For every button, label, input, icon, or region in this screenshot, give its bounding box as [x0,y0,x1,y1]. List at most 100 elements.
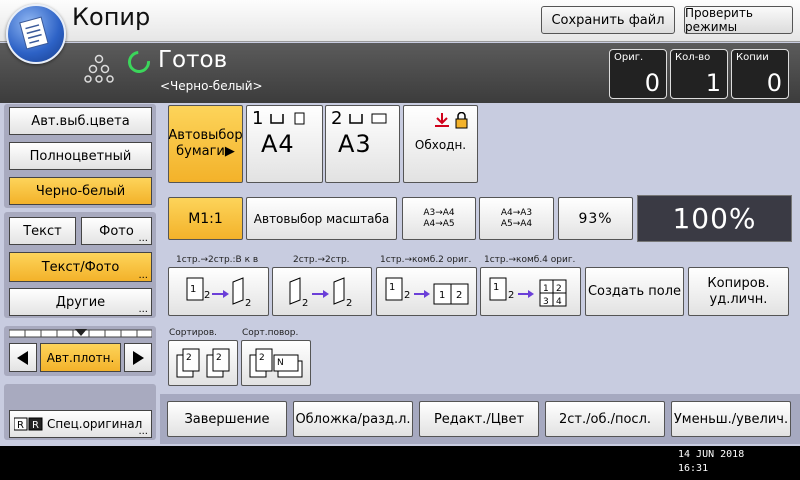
copies-counter: Копии 0 [731,49,789,99]
special-original-icon: R R [14,417,43,431]
sort-icon: 2 2 [176,348,230,378]
clock-time: 16:31 [678,463,709,474]
auto-paper-label-1: Автовыбор [168,128,243,143]
save-file-button[interactable]: Сохранить файл [541,6,675,34]
svg-text:2: 2 [186,353,192,363]
text-photo-label: Текст/Фото [41,259,120,275]
finishing-button[interactable]: Завершение [167,401,287,437]
title-bar: Копир Сохранить файл Проверить режимы [0,0,800,42]
duplex-label-2: 2стр.→2стр. [293,255,350,265]
auto-color-button[interactable]: Авт.выб.цвета [9,107,152,135]
auto-paper-label-2: бумаги▶ [176,144,235,159]
svg-text:1: 1 [493,282,499,293]
tray-1-button[interactable]: 1 A4 [246,105,323,183]
clock: 14 JUN 2018 16:31 [678,448,744,476]
one-to-two-sided-button[interactable]: 1 2 2 [168,267,269,316]
svg-text:2: 2 [508,290,514,301]
text-photo-button[interactable]: Текст/Фото ... [9,252,152,282]
combine-four-icon: 1 2 1 2 3 4 [489,277,566,307]
text-mode-label: Текст [23,223,62,239]
density-lighter-button[interactable] [9,343,37,372]
auto-paper-select-button[interactable]: Автовыбор бумаги▶ [168,105,243,183]
status-bar: Готов <Черно-белый> Ориг. 0 Кол-во 1 Коп… [0,43,800,103]
one-to-two-sided-icon: 1 2 2 [186,276,251,309]
sort-label: Сортиров. [169,328,217,338]
tray-2-size: A3 [338,130,372,158]
two-to-two-sided-icon: 2 2 [289,276,352,309]
two-to-two-sided-button[interactable]: 2 2 [272,267,372,316]
rotate-sort-button[interactable]: 2 N [241,340,311,386]
svg-text:1: 1 [389,282,395,293]
more-options-icon: ... [138,304,148,315]
id-copy-label-2: уд.личн. [709,291,768,307]
originals-counter: Ориг. 0 [609,49,667,99]
edit-color-button[interactable]: Редакт./Цвет [419,401,539,437]
combine-two-button[interactable]: 1 2 1 2 [376,267,477,316]
tray-2-button[interactable]: 2 A3 [325,105,400,183]
combine-four-button[interactable]: 1 2 1 2 3 4 [480,267,581,316]
check-modes-button[interactable]: Проверить режимы [684,6,793,34]
more-options-icon: ... [138,233,148,244]
duplex-settings-button[interactable]: 2ст./об./посл. [545,401,665,437]
id-copy-label-1: Копиров. [707,275,770,291]
svg-text:2: 2 [259,353,265,363]
svg-text:2: 2 [346,298,352,309]
other-mode-button[interactable]: Другие ... [9,288,152,316]
svg-text:1: 1 [439,290,445,301]
combine-two-icon: 1 2 1 2 [385,277,468,304]
svg-text:R: R [17,420,24,431]
bypass-label: Обходн. [414,138,467,152]
tray-landscape-icon [349,113,387,124]
svg-text:4: 4 [556,297,562,307]
duplex-label-1: 1стр.→2стр.:В к в [176,255,259,265]
black-white-button[interactable]: Черно-белый [9,177,152,205]
copier-app-icon [6,4,66,64]
triangle-left-icon [17,350,28,365]
ready-status-icon [123,46,155,78]
svg-text:2: 2 [245,298,251,309]
duplex-label-4: 1стр.→комб.4 ориг. [484,255,576,265]
more-options-icon: ... [138,270,148,281]
photo-mode-button[interactable]: Фото ... [81,217,152,245]
reduce-ratio-2: A4→A5 [423,218,455,229]
quantity-value: 1 [705,69,721,97]
svg-text:2: 2 [302,298,308,309]
tray-2-number: 2 [331,108,343,129]
tray-1-size: A4 [261,130,295,158]
reduce-enlarge-button[interactable]: Уменьш./увелич. [671,401,791,437]
full-size-button[interactable]: M1:1 [168,197,243,240]
originals-value: 0 [644,69,660,97]
reduce-a3-a4-button[interactable]: A3→A4 A4→A5 [402,197,476,240]
rotate-sort-label: Сорт.повор. [242,328,299,338]
svg-text:3: 3 [543,297,549,307]
other-mode-label: Другие [55,294,106,310]
density-darker-button[interactable] [124,343,152,372]
svg-text:2: 2 [456,290,462,301]
enlarge-a4-a3-button[interactable]: A4→A3 A5→A4 [479,197,554,240]
auto-reduce-enlarge-button[interactable]: Автовыбор масштаба [246,197,397,240]
cover-slip-button[interactable]: Обложка/разд.л. [293,401,413,437]
copier-screen: Копир Сохранить файл Проверить режимы Го… [0,0,800,480]
sort-button[interactable]: 2 2 [168,340,238,386]
enlarge-ratio-1: A4→A3 [500,207,533,218]
density-scale-icon [9,329,152,338]
svg-text:1: 1 [543,284,549,294]
bypass-tray-button[interactable]: Обходн. [403,105,478,183]
svg-text:2: 2 [216,353,222,363]
svg-text:2: 2 [404,290,410,301]
duplex-label-3: 1стр.→комб.2 ориг. [380,255,472,265]
preset-93-button[interactable]: 93% [558,197,633,240]
auto-density-button[interactable]: Авт.плотн. [40,343,121,372]
svg-text:1: 1 [190,284,196,295]
tray-1-number: 1 [252,108,264,129]
copies-value: 0 [766,69,782,97]
create-margin-button[interactable]: Создать поле [585,267,684,316]
enlarge-ratio-2: A5→A4 [500,218,533,229]
status-mode-text: <Черно-белый> [160,79,263,93]
reduce-ratio-1: A3→A4 [423,207,455,218]
text-mode-button[interactable]: Текст [9,217,76,245]
full-color-button[interactable]: Полноцветный [9,142,152,170]
rotate-sort-icon: 2 N [249,348,303,378]
id-card-copy-button[interactable]: Копиров. уд.личн. [688,267,789,316]
special-original-button[interactable]: R R Спец.оригинал ... [9,410,152,438]
